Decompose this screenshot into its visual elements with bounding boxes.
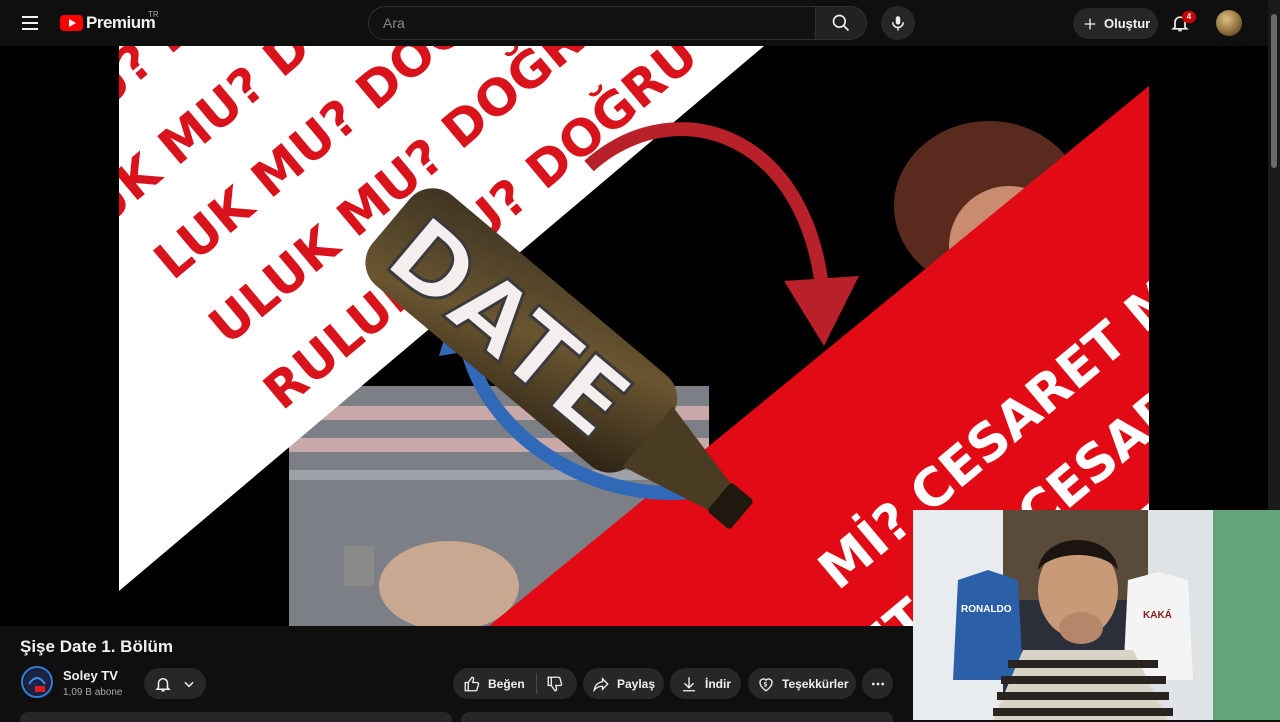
share-label: Paylaş (617, 676, 656, 691)
more-icon (871, 682, 884, 685)
thanks-icon: $ (759, 677, 773, 692)
plus-icon (1084, 18, 1096, 29)
dislike-icon[interactable] (546, 675, 564, 693)
description-card-right[interactable] (461, 712, 893, 722)
chevron-down-icon (184, 681, 194, 687)
search-button[interactable] (815, 6, 867, 40)
notification-badge: 4 (1182, 11, 1196, 23)
search-input[interactable] (369, 7, 816, 39)
like-dislike-group: Beğen (453, 668, 577, 699)
menu-icon[interactable] (18, 12, 42, 34)
logo-text: Premium (86, 13, 156, 32)
like-divider (535, 673, 537, 694)
thanks-label: Teşekkürler (782, 676, 849, 691)
create-button[interactable]: Oluştur (1073, 8, 1158, 39)
account-avatar[interactable] (1216, 10, 1242, 36)
masthead: Premium TR Oluştur 4 (0, 0, 1268, 46)
create-label: Oluştur (1104, 16, 1151, 31)
search-icon (832, 14, 850, 32)
channel-name[interactable]: Soley TV (63, 668, 118, 683)
jersey-text-kaka: KAKÁ (1143, 608, 1172, 621)
webcam-overlay: RONALDO KAKÁ (913, 510, 1280, 720)
jersey-text-ronaldo: RONALDO (961, 604, 1012, 615)
description-card[interactable] (20, 712, 452, 722)
channel-avatar[interactable] (21, 666, 53, 698)
search-box (368, 6, 816, 40)
video-title: Şişe Date 1. Bölüm (20, 637, 174, 656)
like-icon[interactable] (463, 675, 481, 693)
region-code: TR (148, 10, 159, 19)
thanks-button[interactable]: $ Teşekkürler (748, 668, 856, 699)
share-button[interactable]: Paylaş (583, 668, 664, 699)
svg-text:$: $ (764, 682, 768, 688)
scrollbar-thumb[interactable] (1271, 14, 1277, 168)
download-icon (683, 676, 695, 691)
voice-search-button[interactable] (881, 6, 915, 40)
more-actions-button[interactable] (862, 668, 893, 699)
share-icon (593, 676, 609, 692)
subscriber-count: 1,09 B abone (63, 687, 123, 698)
bell-icon (155, 677, 171, 691)
subscription-bell-button[interactable] (144, 668, 206, 699)
download-label: İndir (705, 676, 731, 691)
like-label[interactable]: Beğen (488, 677, 525, 691)
youtube-logo-icon (60, 15, 83, 31)
youtube-logo[interactable]: Premium TR (60, 10, 159, 33)
download-button[interactable]: İndir (670, 668, 741, 699)
mic-icon (892, 16, 904, 31)
